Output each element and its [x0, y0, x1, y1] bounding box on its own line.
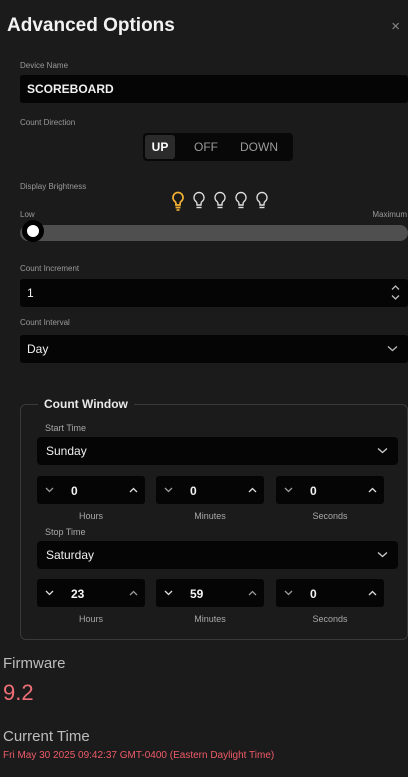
decrement-button[interactable]: [156, 579, 180, 607]
chevron-down-icon: [45, 487, 54, 493]
chevron-down-icon: [45, 590, 54, 596]
close-icon[interactable]: ×: [391, 18, 400, 35]
count-window-legend: Count Window: [38, 397, 134, 411]
decrement-button[interactable]: [276, 579, 300, 607]
start-hours-value[interactable]: 0: [71, 484, 78, 498]
increment-button[interactable]: [121, 579, 145, 607]
start-day-select[interactable]: Sunday: [37, 437, 398, 465]
chevron-down-icon: [377, 552, 388, 558]
bulb-icon[interactable]: [234, 191, 248, 211]
chevron-up-icon: [129, 487, 138, 493]
chevron-down-icon: [164, 590, 173, 596]
stop-time-label: Stop Time: [45, 527, 86, 537]
chevron-up-icon: [368, 487, 377, 493]
decrement-button[interactable]: [156, 476, 180, 504]
bulb-icon[interactable]: [192, 191, 206, 211]
count-direction-toggle: UP OFF DOWN: [143, 133, 293, 161]
dialog-title: Advanced Options: [7, 15, 175, 36]
start-minutes-value[interactable]: 0: [190, 484, 197, 498]
count-increment-input[interactable]: 1: [20, 279, 408, 307]
start-minutes-stepper: 0: [156, 476, 264, 504]
bulb-icon[interactable]: [171, 191, 185, 211]
count-direction-label: Count Direction: [20, 118, 76, 127]
bulb-icon[interactable]: [255, 191, 269, 211]
current-time-label: Current Time: [3, 728, 90, 745]
decrement-button[interactable]: [37, 476, 61, 504]
stop-day-select[interactable]: Saturday: [37, 541, 398, 569]
display-brightness-label: Display Brightness: [20, 182, 87, 191]
count-interval-value: Day: [27, 342, 49, 356]
brightness-max-label: Maximum: [372, 210, 407, 219]
seconds-label: Seconds: [312, 614, 348, 624]
count-increment-label: Count Increment: [20, 264, 80, 273]
dialog-header: Advanced Options ×: [0, 0, 408, 52]
minutes-label: Minutes: [194, 511, 226, 521]
minutes-label: Minutes: [194, 614, 226, 624]
count-interval-label: Count Interval: [20, 318, 70, 327]
brightness-slider-thumb[interactable]: [22, 220, 44, 242]
increment-button[interactable]: [240, 476, 264, 504]
increment-button[interactable]: [360, 579, 384, 607]
chevron-down-icon: [284, 590, 293, 596]
start-time-label: Start Time: [45, 423, 87, 433]
chevron-up-icon: [248, 590, 257, 596]
increment-button[interactable]: [360, 476, 384, 504]
direction-down-button[interactable]: DOWN: [240, 140, 278, 154]
start-day-value: Sunday: [46, 444, 87, 458]
stop-day-value: Saturday: [46, 548, 95, 562]
chevron-up-icon: [129, 590, 138, 596]
count-increment-value: 1: [27, 286, 34, 300]
stop-hours-stepper: 23: [37, 579, 145, 607]
start-seconds-value[interactable]: 0: [310, 484, 317, 498]
chevron-down-icon[interactable]: [391, 294, 400, 301]
stop-minutes-stepper: 59: [156, 579, 264, 607]
start-hours-stepper: 0: [37, 476, 145, 504]
stop-minutes-value[interactable]: 59: [190, 587, 203, 601]
chevron-down-icon: [387, 346, 398, 352]
bulb-icon[interactable]: [213, 191, 227, 211]
increment-button[interactable]: [240, 579, 264, 607]
stop-seconds-stepper: 0: [276, 579, 384, 607]
start-seconds-stepper: 0: [276, 476, 384, 504]
decrement-button[interactable]: [276, 476, 300, 504]
stop-hours-value[interactable]: 23: [71, 587, 84, 601]
chevron-down-icon: [284, 487, 293, 493]
decrement-button[interactable]: [37, 579, 61, 607]
chevron-down-icon: [377, 448, 388, 454]
increment-button[interactable]: [121, 476, 145, 504]
device-name-input[interactable]: SCOREBOARD: [20, 75, 408, 103]
firmware-label: Firmware: [3, 655, 66, 672]
count-interval-select[interactable]: Day: [20, 335, 408, 363]
hours-label: Hours: [78, 511, 103, 521]
chevron-up-icon: [368, 590, 377, 596]
device-name-label: Device Name: [20, 61, 69, 70]
direction-off-button[interactable]: OFF: [194, 140, 218, 154]
direction-up-button[interactable]: UP: [145, 135, 175, 159]
firmware-version: 9.2: [3, 680, 34, 705]
brightness-low-label: Low: [20, 210, 35, 219]
chevron-down-icon: [164, 487, 173, 493]
stop-seconds-value[interactable]: 0: [310, 587, 317, 601]
hours-label: Hours: [78, 614, 103, 624]
seconds-label: Seconds: [312, 511, 348, 521]
chevron-up-icon: [248, 487, 257, 493]
current-time-value: Fri May 30 2025 09:42:37 GMT-0400 (Easte…: [3, 750, 275, 761]
chevron-up-icon[interactable]: [391, 284, 400, 291]
brightness-slider-track[interactable]: [20, 225, 408, 241]
